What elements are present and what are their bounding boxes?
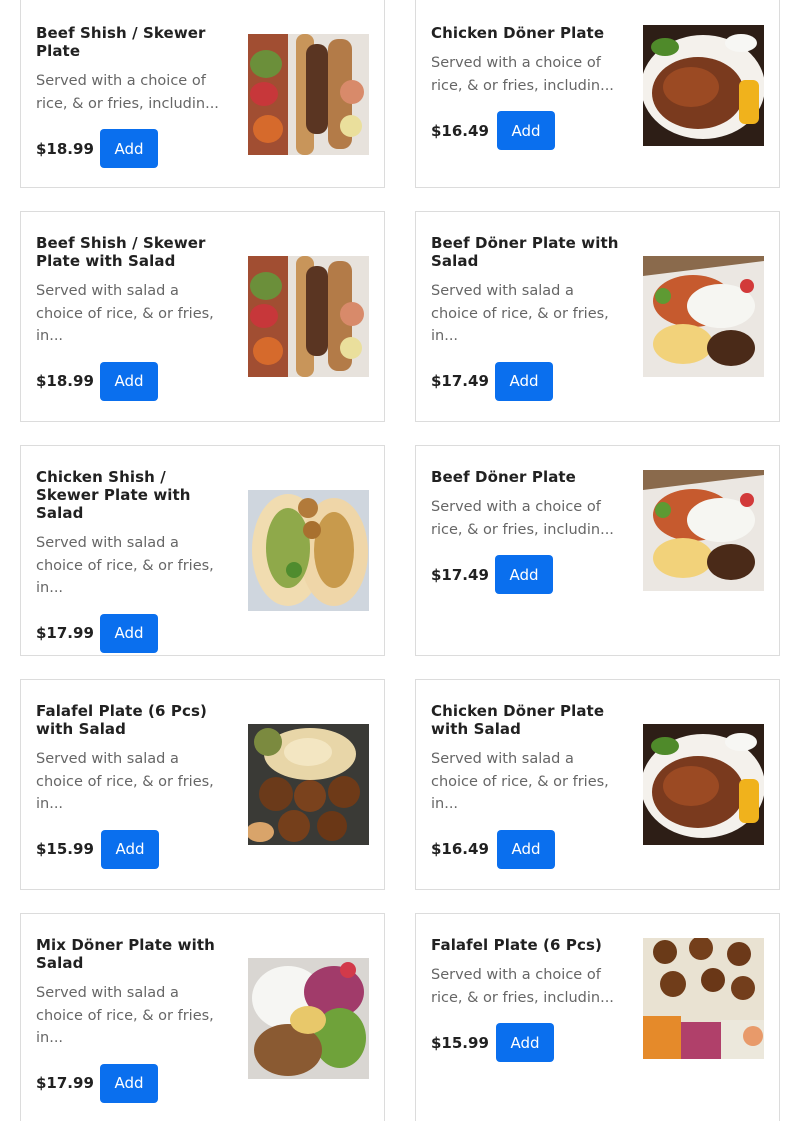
menu-item-title: Beef Shish / Skewer Plate	[36, 24, 206, 60]
chicken-doner-plate-photo	[643, 25, 764, 146]
add-button[interactable]: Add	[100, 361, 158, 401]
menu-item-info: Beef Döner Plate with Salad Served with …	[431, 234, 621, 401]
add-button[interactable]: Add	[100, 1063, 158, 1103]
menu-item-card[interactable]: Chicken Döner Plate with Salad Served wi…	[415, 679, 780, 890]
add-button[interactable]: Add	[100, 129, 158, 168]
beef-shish-plate-photo	[248, 34, 369, 155]
menu-item-price: $17.99	[36, 1074, 94, 1092]
menu-item-info: Falafel Plate (6 Pcs) with Salad Served …	[36, 702, 226, 869]
menu-item-card[interactable]: Beef Döner Plate with Salad Served with …	[415, 211, 780, 422]
menu-item-info: Chicken Döner Plate Served with a choice…	[431, 24, 621, 150]
menu-item-title: Chicken Shish / Skewer Plate with Salad	[36, 468, 191, 522]
menu-item-title: Falafel Plate (6 Pcs) with Salad	[36, 702, 207, 738]
menu-item-card[interactable]: Mix Döner Plate with Salad Served with s…	[20, 913, 385, 1121]
menu-item-price: $16.49	[431, 840, 489, 858]
menu-item-price-row: $16.49 Add	[431, 829, 621, 869]
menu-item-title: Beef Shish / Skewer Plate with Salad	[36, 234, 206, 270]
add-button[interactable]: Add	[495, 555, 553, 594]
menu-item-card[interactable]: Falafel Plate (6 Pcs) with Salad Served …	[20, 679, 385, 890]
menu-item-price-row: $17.99 Add	[36, 1063, 226, 1103]
add-button[interactable]: Add	[497, 111, 555, 150]
chicken-doner-plate-photo	[643, 724, 764, 845]
menu-item-price: $17.49	[431, 372, 489, 390]
add-button[interactable]: Add	[101, 829, 159, 869]
menu-item-title: Beef Döner Plate	[431, 468, 576, 486]
menu-item-info: Beef Shish / Skewer Plate with Salad Ser…	[36, 234, 226, 401]
menu-item-description: Served with salad a choice of rice, & or…	[431, 751, 609, 812]
menu-item-description: Served with salad a choice of rice, & or…	[431, 283, 609, 344]
menu-item-price-row: $17.49 Add	[431, 361, 621, 401]
menu-item-description: Served with salad a choice of rice, & or…	[36, 751, 214, 812]
menu-item-description: Served with salad a choice of rice, & or…	[36, 535, 214, 596]
beef-shish-plate-photo	[248, 256, 369, 377]
chicken-shish-wrap-photo	[248, 490, 369, 611]
menu-item-description: Served with salad a choice of rice, & or…	[36, 283, 214, 344]
menu-item-price-row: $15.99 Add	[36, 829, 226, 869]
menu-item-price: $18.99	[36, 139, 94, 158]
menu-item-info: Beef Shish / Skewer Plate Served with a …	[36, 24, 226, 168]
menu-item-info: Chicken Döner Plate with Salad Served wi…	[431, 702, 621, 869]
menu-item-title: Falafel Plate (6 Pcs)	[431, 936, 602, 954]
menu-item-price-row: $16.49 Add	[431, 111, 621, 150]
menu-item-price-row: $18.99 Add	[36, 129, 226, 168]
menu-item-price: $15.99	[431, 1033, 489, 1052]
falafel-plate-photo	[643, 938, 764, 1059]
menu-item-description: Served with a choice of rice, & or fries…	[431, 967, 614, 1006]
menu-item-card[interactable]: Chicken Shish / Skewer Plate with Salad …	[20, 445, 385, 656]
menu-item-card[interactable]: Beef Shish / Skewer Plate with Salad Ser…	[20, 211, 385, 422]
menu-item-info: Falafel Plate (6 Pcs) Served with a choi…	[431, 936, 621, 1062]
menu-item-price: $18.99	[36, 372, 94, 390]
menu-item-card[interactable]: Beef Döner Plate Served with a choice of…	[415, 445, 780, 656]
add-button[interactable]: Add	[497, 829, 555, 869]
menu-item-info: Beef Döner Plate Served with a choice of…	[431, 468, 621, 594]
menu-item-price: $17.99	[36, 624, 94, 642]
beef-doner-plate-photo	[643, 256, 764, 377]
menu-item-title: Chicken Döner Plate with Salad	[431, 702, 605, 738]
menu-item-title: Beef Döner Plate with Salad	[431, 234, 619, 270]
menu-item-price-row: $18.99 Add	[36, 361, 226, 401]
menu-item-title: Chicken Döner Plate	[431, 24, 605, 42]
falafel-hummus-photo	[248, 724, 369, 845]
menu-item-info: Mix Döner Plate with Salad Served with s…	[36, 936, 226, 1103]
menu-item-card[interactable]: Beef Shish / Skewer Plate Served with a …	[20, 0, 385, 188]
menu-item-title: Mix Döner Plate with Salad	[36, 936, 215, 972]
menu-item-price-row: $15.99 Add	[431, 1023, 621, 1062]
mix-doner-plate-photo	[248, 958, 369, 1079]
beef-doner-plate-photo	[643, 470, 764, 591]
menu-item-card[interactable]: Falafel Plate (6 Pcs) Served with a choi…	[415, 913, 780, 1121]
menu-item-price-row: $17.99 Add	[36, 613, 226, 653]
menu-item-description: Served with a choice of rice, & or fries…	[431, 499, 614, 538]
menu-item-price-row: $17.49 Add	[431, 555, 621, 594]
menu-item-description: Served with salad a choice of rice, & or…	[36, 985, 214, 1046]
menu-item-description: Served with a choice of rice, & or fries…	[36, 73, 219, 112]
add-button[interactable]: Add	[495, 361, 553, 401]
add-button[interactable]: Add	[496, 1023, 554, 1062]
menu-item-description: Served with a choice of rice, & or fries…	[431, 55, 614, 94]
menu-item-price: $17.49	[431, 565, 489, 584]
menu-item-price: $16.49	[431, 121, 489, 140]
menu-item-info: Chicken Shish / Skewer Plate with Salad …	[36, 468, 226, 653]
add-button[interactable]: Add	[100, 613, 158, 653]
menu-item-price: $15.99	[36, 840, 94, 858]
menu-item-card[interactable]: Chicken Döner Plate Served with a choice…	[415, 0, 780, 188]
